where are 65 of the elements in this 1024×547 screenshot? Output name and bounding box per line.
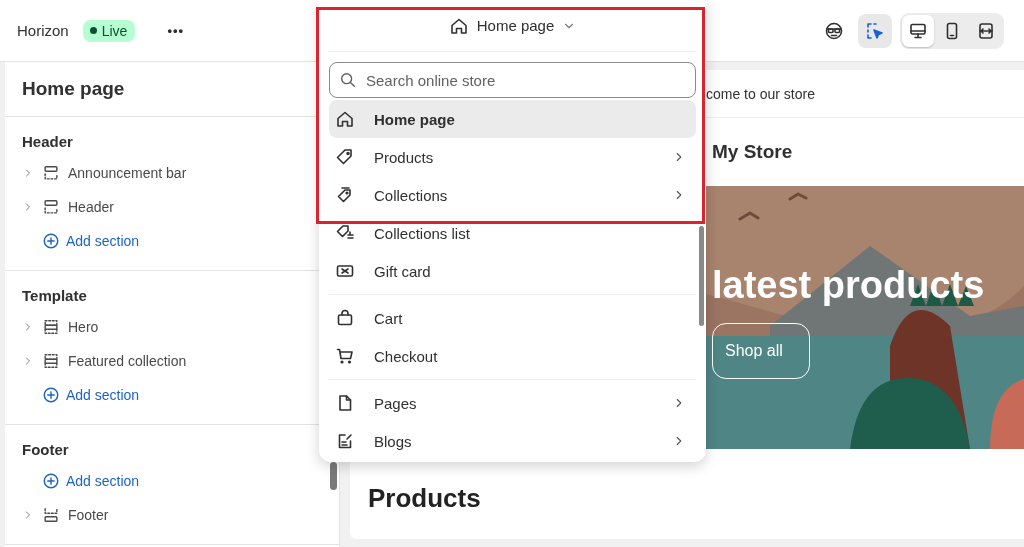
section-heading: Products [368,483,482,514]
store-name: Horizon [17,22,69,39]
scrollbar-thumb[interactable] [699,226,704,326]
search-field[interactable]: Search online store [329,62,696,98]
menu-item-label: Gift card [374,262,432,280]
menu-item-label: Checkout [374,347,439,365]
menu-item[interactable]: Cart [329,299,696,337]
add-section-link[interactable]: Add section [22,464,140,498]
section-label: Featured collection [68,353,187,369]
group-heading: Template [22,287,88,304]
status-badge: Live [82,19,136,42]
section-item[interactable]: Announcement bar [22,156,187,190]
group-heading: Footer [22,441,70,458]
selection-cursor-icon [865,20,885,41]
menu-item[interactable]: Checkout [329,337,696,375]
section-label: Hero [68,319,99,335]
plus-circle-icon [42,386,60,404]
group-heading: Header [22,133,74,150]
cart-icon [335,346,355,366]
menu-item[interactable]: Products [329,138,696,176]
add-section-link[interactable]: Add section [22,224,140,258]
full-width-icon [976,20,996,41]
menu-item-label: Pages [374,394,418,412]
section-layout-icon [42,352,60,370]
sidebar-title: Home page [22,78,126,100]
plus-circle-icon [42,472,60,490]
view-mode-button[interactable] [902,14,934,47]
shop-all-button[interactable]: Shop all [712,323,810,379]
menu-item-label: Products [374,148,435,166]
inspector-button[interactable] [858,13,892,48]
menu-item-label: Home page [374,110,456,128]
section-label: Header [68,199,114,215]
section-layout-icon [42,506,60,524]
menu-item-label: Cart [374,309,404,327]
menu-item-label: Collections [374,186,449,204]
status-dot-icon [89,27,97,34]
section-label: Announcement bar [68,165,187,181]
section-item[interactable]: Footer [22,498,109,532]
section-layout-icon [42,318,60,336]
house-icon [335,109,355,129]
menu-item[interactable]: Collections [329,176,696,214]
menu-item-label: Blogs [374,432,413,450]
menu-item[interactable]: Home page [329,100,696,138]
tag-icon [335,147,355,167]
announcement-text: come to our store [706,85,815,102]
section-layout-icon [42,164,60,182]
hero-heading: latest products [712,264,985,307]
add-section-link[interactable]: Add section [22,378,140,412]
page-selector[interactable]: Home page [329,0,696,52]
section-item[interactable]: Header [22,190,114,224]
menu-item[interactable]: Pages [329,384,696,422]
section-label: Footer [68,507,109,523]
menu-item-label: Collections list [374,224,471,242]
more-button[interactable]: ••• [163,19,189,42]
menu-item[interactable]: Gift card [329,252,696,290]
section-item[interactable]: Hero [22,310,99,344]
store-name: My Store [712,141,793,163]
section-item[interactable]: Featured collection [22,344,187,378]
section-layout-icon [42,198,60,216]
shopping-bag-icon [335,308,355,328]
menu-item[interactable]: Collections list [329,214,696,252]
face-with-glasses-icon[interactable] [824,20,844,41]
menu-item[interactable]: Blogs [329,422,696,460]
scrollbar-thumb[interactable] [330,462,337,490]
plus-circle-icon [42,232,60,250]
